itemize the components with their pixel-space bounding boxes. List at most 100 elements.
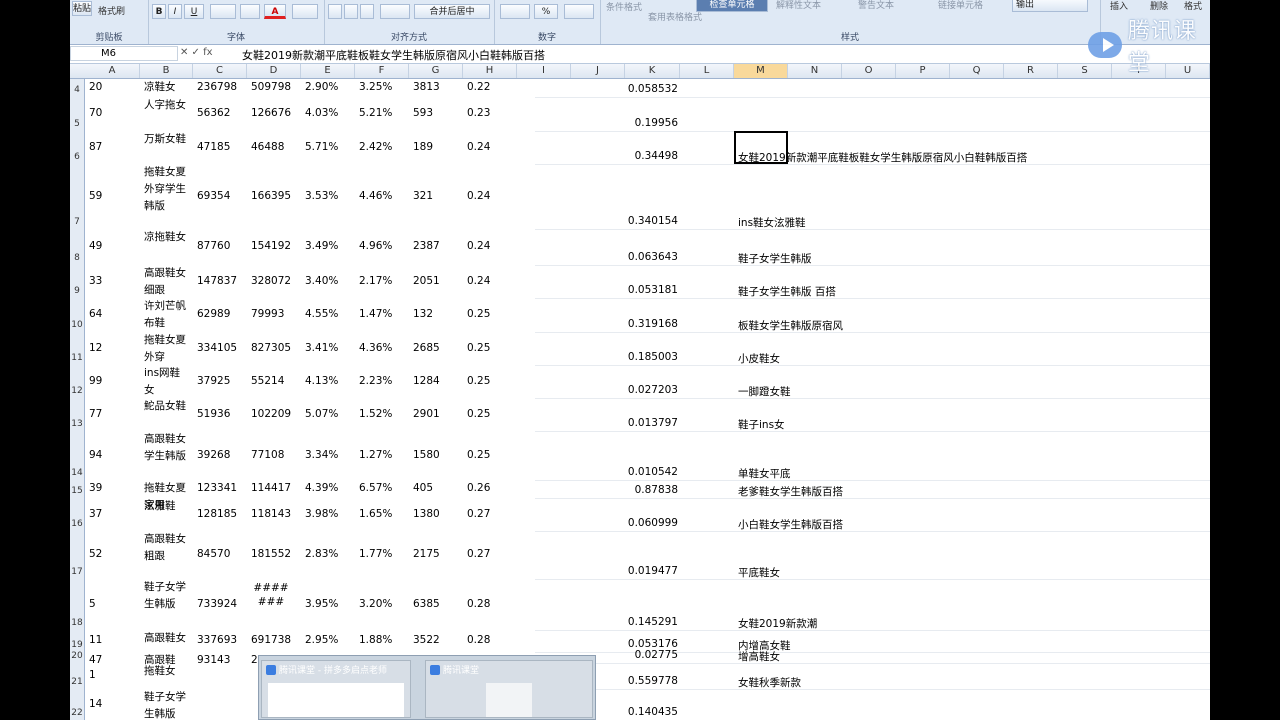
cell-c6[interactable]: 47185 [197,141,230,153]
cell-m14[interactable]: 单鞋女平底 [738,466,791,481]
cell-f15[interactable]: 6.57% [359,482,392,494]
underline-button[interactable]: U [184,4,204,19]
column-header-h[interactable]: H [463,64,517,78]
cell-h5[interactable]: 0.23 [467,107,490,119]
row-number[interactable]: 17 [70,567,84,577]
cell-h19[interactable]: 0.28 [467,634,490,646]
cell-c19[interactable]: 337693 [197,634,237,646]
cell-g11[interactable]: 2685 [413,342,440,354]
row-number[interactable]: 8 [70,253,84,263]
cell-a22[interactable]: 14 [89,698,102,710]
indent-button[interactable] [380,4,410,19]
cell-e6[interactable]: 5.71% [305,141,338,153]
cell-m21[interactable]: 女鞋秋季新款 [738,675,801,690]
cell-d5[interactable]: 126676 [251,107,291,119]
cell-f10[interactable]: 1.47% [359,308,392,320]
cell-a6[interactable]: 87 [89,141,102,153]
cell-e11[interactable]: 3.41% [305,342,338,354]
column-header-b[interactable]: B [140,64,193,78]
cell-a14[interactable]: 94 [89,449,102,461]
column-header-m[interactable]: M [734,64,788,78]
cell-m20[interactable]: 增高鞋女 [738,649,780,664]
row-number[interactable]: 9 [70,286,84,296]
fill-color-button[interactable] [240,4,260,19]
bold-button[interactable]: B [152,4,166,19]
cell-f11[interactable]: 4.36% [359,342,392,354]
cell-e15[interactable]: 4.39% [305,482,338,494]
cell-d4[interactable]: 509798 [251,81,291,93]
cell-h8[interactable]: 0.24 [467,240,490,252]
linked-cell-style[interactable]: 链接单元格 [938,0,983,11]
table-format-button[interactable]: 套用表格格式 [648,10,702,23]
cell-a18[interactable]: 5 [89,598,96,610]
cell-f19[interactable]: 1.88% [359,634,392,646]
row-number[interactable]: 4 [70,85,84,95]
cell-b18[interactable]: 鞋子女学生韩版 [144,579,188,613]
cell-b13[interactable]: 鮀品女鞋 [144,398,188,415]
cell-k21[interactable]: 0.559778 [625,675,678,687]
row-number[interactable]: 21 [70,677,84,687]
cell-d8[interactable]: 154192 [251,240,291,252]
cell-b4[interactable]: 凉鞋女 [144,79,188,96]
column-header-n[interactable]: N [788,64,842,78]
cell-b11[interactable]: 拖鞋女夏外穿 [144,332,188,366]
cell-h18[interactable]: 0.28 [467,598,490,610]
column-header-a[interactable]: A [85,64,140,78]
insert-button[interactable]: 插入 [1110,0,1128,12]
cell-b19[interactable]: 高跟鞋女 [144,630,188,647]
cell-h9[interactable]: 0.24 [467,275,490,287]
cell-c4[interactable]: 236798 [197,81,237,93]
cell-a9[interactable]: 33 [89,275,102,287]
column-header-d[interactable]: D [247,64,301,78]
column-header-p[interactable]: P [896,64,950,78]
column-header-c[interactable]: C [193,64,247,78]
cell-k22[interactable]: 0.140435 [625,706,678,718]
row-number[interactable]: 19 [70,640,84,650]
cell-h13[interactable]: 0.25 [467,408,490,420]
cell-m8[interactable]: 鞋子女学生韩版 [738,251,812,266]
row-number[interactable]: 15 [70,486,84,496]
cell-b9[interactable]: 高跟鞋女细跟 [144,265,188,299]
cell-c13[interactable]: 51936 [197,408,230,420]
row-number[interactable]: 11 [70,353,84,363]
format-button[interactable]: 格式 [1184,0,1202,12]
cell-e19[interactable]: 2.95% [305,634,338,646]
delete-button[interactable]: 删除 [1150,0,1168,12]
cell-d17[interactable]: 181552 [251,548,291,560]
cell-f6[interactable]: 2.42% [359,141,392,153]
cell-f7[interactable]: 4.46% [359,190,392,202]
cell-d16[interactable]: 118143 [251,508,291,520]
cell-e4[interactable]: 2.90% [305,81,338,93]
output-style[interactable]: 输出 [1012,0,1088,12]
cell-f8[interactable]: 4.96% [359,240,392,252]
cell-f12[interactable]: 2.23% [359,375,392,387]
cell-f16[interactable]: 1.65% [359,508,392,520]
cell-h12[interactable]: 0.25 [467,375,490,387]
cell-d13[interactable]: 102209 [251,408,291,420]
column-header-f[interactable]: F [355,64,409,78]
row-number[interactable]: 6 [70,152,84,162]
formula-icons[interactable]: ✕ ✓ fx [180,47,213,58]
taskbar-thumbnail[interactable]: 腾讯课堂 [425,660,593,718]
cell-c7[interactable]: 69354 [197,190,230,202]
cell-e5[interactable]: 4.03% [305,107,338,119]
cell-e16[interactable]: 3.98% [305,508,338,520]
row-number[interactable]: 5 [70,119,84,129]
cell-c9[interactable]: 147837 [197,275,237,287]
cell-h4[interactable]: 0.22 [467,81,490,93]
cell-h11[interactable]: 0.25 [467,342,490,354]
cell-b16[interactable]: 泫雅鞋 [144,498,188,515]
name-box[interactable]: M6 [70,46,178,61]
cell-a13[interactable]: 77 [89,408,102,420]
cell-f5[interactable]: 5.21% [359,107,392,119]
decimal-button[interactable] [564,4,594,19]
cell-b17[interactable]: 高跟鞋女粗跟 [144,531,188,565]
column-header-s[interactable]: S [1058,64,1112,78]
row-number[interactable]: 10 [70,320,84,330]
cell-d18[interactable]: #### ### [251,581,291,609]
cell-k11[interactable]: 0.185003 [625,351,678,363]
cell-g4[interactable]: 3813 [413,81,440,93]
cell-b21[interactable]: 拖鞋女 [144,663,188,680]
cell-a12[interactable]: 99 [89,375,102,387]
cell-b12[interactable]: ins网鞋女 [144,365,188,399]
